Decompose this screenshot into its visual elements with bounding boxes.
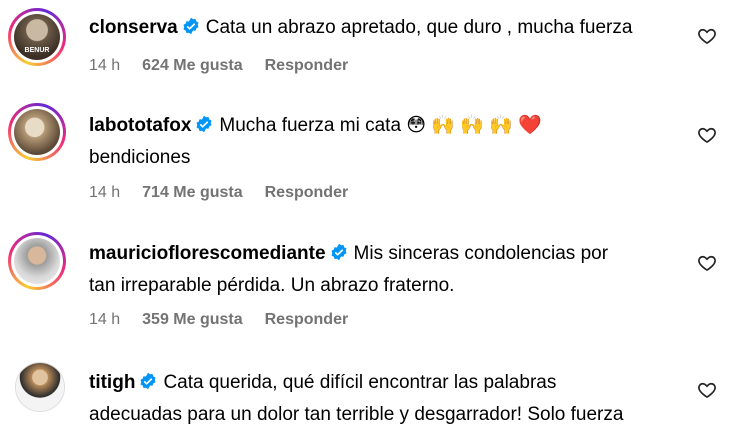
timestamp: 14 h: [89, 57, 121, 74]
comment-line-1: Mucha fuerza mi cata 😳 🙌 🙌 🙌 ❤️: [219, 115, 542, 136]
comment-line-2: bendiciones: [89, 147, 191, 168]
reply-button[interactable]: Responder: [265, 57, 349, 74]
avatar-caption: BENUR: [24, 47, 50, 54]
comment-line-2: tan irreparable pérdida. Un abrazo frate…: [89, 275, 455, 296]
verified-icon: [196, 115, 212, 133]
avatar[interactable]: [8, 232, 66, 290]
avatar[interactable]: BENUR: [8, 8, 66, 66]
like-heart-icon[interactable]: [697, 253, 717, 273]
reply-button[interactable]: Responder: [265, 311, 349, 328]
timestamp: 14 h: [89, 184, 121, 201]
like-heart-icon[interactable]: [697, 380, 717, 400]
comment-text: clonserva Cata un abrazo apretado, que du…: [89, 12, 669, 44]
username[interactable]: mauricioflorescomediante: [89, 243, 326, 264]
comment-line-1: Cata un abrazo apretado, que duro , much…: [205, 17, 633, 38]
timestamp: 14 h: [89, 311, 121, 328]
verified-icon: [183, 17, 199, 35]
likes-count[interactable]: 624 Me gusta: [142, 57, 242, 74]
avatar[interactable]: [8, 103, 66, 161]
verified-icon: [331, 243, 347, 261]
likes-count[interactable]: 359 Me gusta: [142, 311, 242, 328]
comment-text: labototafox Mucha fuerza mi cata 😳 🙌 🙌 🙌 …: [89, 110, 669, 174]
comment-line-2: adecuadas para un dolor tan terrible y d…: [89, 404, 624, 425]
comment-line-1: Cata querida, qué difícil encontrar las …: [163, 372, 557, 393]
comment-meta: 14 h 714 Me gusta Responder: [89, 184, 370, 202]
comment-text: titigh Cata querida, qué difícil encontra…: [89, 367, 669, 431]
comment-meta: 14 h 359 Me gusta Responder: [89, 311, 370, 329]
comment-text: mauricioflorescomediante Mis sinceras con…: [89, 238, 669, 302]
username[interactable]: clonserva: [89, 17, 178, 38]
likes-count[interactable]: 714 Me gusta: [142, 184, 242, 201]
username[interactable]: titigh: [89, 372, 135, 393]
reply-button[interactable]: Responder: [265, 184, 349, 201]
username[interactable]: labototafox: [89, 115, 191, 136]
like-heart-icon[interactable]: [697, 26, 717, 46]
comment-line-1: Mis sinceras condolencias por: [353, 243, 609, 264]
comment-meta: 14 h 624 Me gusta Responder: [89, 57, 370, 75]
like-heart-icon[interactable]: [697, 125, 717, 145]
avatar[interactable]: [15, 362, 65, 412]
verified-icon: [140, 372, 156, 390]
